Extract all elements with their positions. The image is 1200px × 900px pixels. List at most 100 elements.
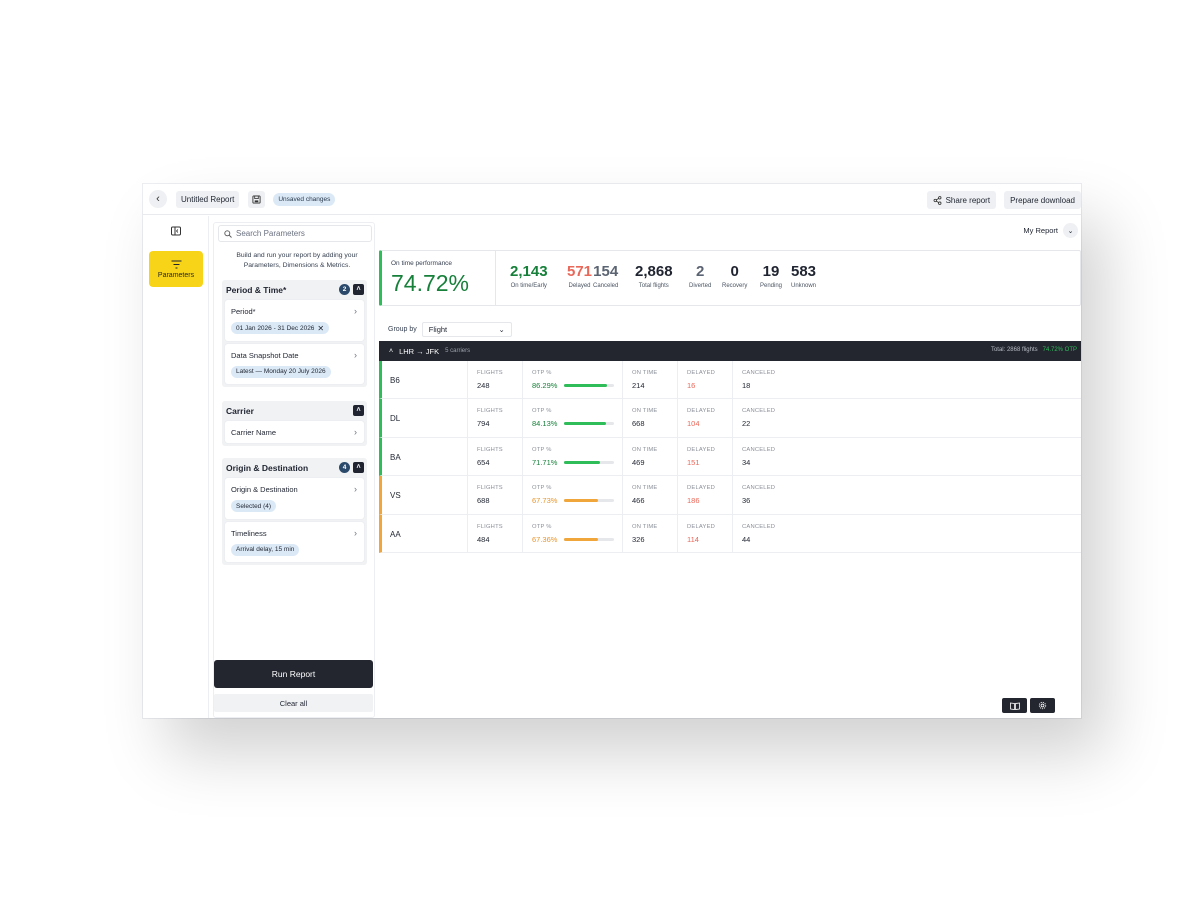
kpi-value: 2,868 bbox=[635, 263, 673, 280]
param-value-pill[interactable]: 01 Jan 2026 - 31 Dec 2026 ✕ bbox=[231, 322, 330, 334]
delayed-header: DELAYED bbox=[687, 446, 716, 453]
book-icon bbox=[1009, 702, 1020, 710]
kpi-label: Pending bbox=[760, 283, 783, 289]
route-header[interactable]: ˄ LHR → JFK 5 carriers Total: 2868 fligh… bbox=[379, 341, 1081, 361]
param-value-pill[interactable]: Latest — Monday 20 July 2026 bbox=[231, 365, 331, 378]
group-header[interactable]: Period & Time* 2 ˄ bbox=[222, 280, 367, 300]
flights-cell: FLIGHTS 688 bbox=[467, 476, 523, 515]
settings-button[interactable] bbox=[1030, 698, 1055, 713]
sidebar-toggle-button[interactable] bbox=[168, 224, 183, 238]
table-row[interactable]: BA FLIGHTS 654 OTP % 71.71% ON TIME 469 DELAYED… bbox=[379, 437, 1081, 477]
flights-header: FLIGHTS bbox=[477, 370, 503, 376]
back-button[interactable]: ‹ bbox=[149, 190, 167, 208]
flights-value: 688 bbox=[477, 496, 490, 506]
otp-cell: OTP % 84.13% bbox=[522, 399, 623, 438]
kpi-value: 154 bbox=[593, 263, 619, 280]
app-window: ‹ Untitled Report Unsaved changes Share … bbox=[143, 184, 1081, 718]
kpi-item: 154 Canceled bbox=[593, 263, 618, 289]
gear-icon bbox=[1038, 701, 1047, 710]
collapse-button[interactable]: ˄ bbox=[353, 284, 364, 295]
param-value-pill[interactable]: Arrival delay, 15 min bbox=[231, 543, 300, 556]
param-item-carrier-name[interactable]: Carrier Name › bbox=[225, 421, 364, 443]
chevron-down-icon: ⌄ bbox=[498, 325, 505, 334]
on-time-cell: ON TIME 469 bbox=[622, 437, 677, 477]
kpi-divider bbox=[495, 251, 496, 305]
table-row[interactable]: B6 FLIGHTS 248 OTP % 86.29% ON TIME 214 DELAYED… bbox=[379, 361, 1081, 400]
group-by-select[interactable]: Flight ⌄ bbox=[421, 322, 512, 337]
param-item-timeliness[interactable]: Timeliness › Arrival delay, 15 min bbox=[225, 521, 364, 562]
carrier-code: BA bbox=[390, 452, 401, 462]
group-count-badge: 2 bbox=[339, 284, 350, 295]
on-time-cell: ON TIME 326 bbox=[622, 514, 677, 553]
on-time-value: 469 bbox=[632, 457, 645, 467]
canceled-value: 36 bbox=[742, 496, 751, 506]
otp-bar bbox=[564, 422, 614, 426]
share-report-button[interactable]: Share report bbox=[926, 191, 997, 209]
group-by-control: Group by Flight ⌄ bbox=[388, 322, 512, 337]
on-time-value: 466 bbox=[632, 496, 645, 506]
kpi-value: 571 bbox=[567, 263, 593, 280]
delayed-header: DELAYED bbox=[687, 485, 716, 492]
group-by-value: Flight bbox=[428, 325, 448, 334]
delayed-cell: DELAYED 186 bbox=[677, 476, 733, 515]
param-item-period[interactable]: Period* › 01 Jan 2026 - 31 Dec 2026 ✕ bbox=[225, 300, 364, 341]
close-icon[interactable]: ✕ bbox=[317, 324, 324, 333]
on-time-cell: ON TIME 214 bbox=[622, 361, 677, 400]
route-otp: 74.72% OTP bbox=[1042, 347, 1077, 353]
carrier-code: AA bbox=[390, 529, 401, 539]
param-item-snapshot-date[interactable]: Data Snapshot Date › Latest — Monday 20 … bbox=[225, 343, 364, 384]
table-row[interactable]: DL FLIGHTS 794 OTP % 84.13% ON TIME 668 DELAYED… bbox=[379, 399, 1081, 438]
otp-header: OTP % bbox=[532, 408, 552, 415]
route-label: LHR → JFK bbox=[399, 346, 440, 356]
collapse-button[interactable]: ˄ bbox=[353, 462, 364, 473]
group-title: Carrier bbox=[226, 406, 254, 416]
chevron-down-icon: ⌄ bbox=[1063, 223, 1078, 238]
param-item-origin-destination[interactable]: Origin & Destination › Selected (4) bbox=[225, 478, 364, 519]
param-label: Data Snapshot Date bbox=[231, 350, 299, 360]
report-name-button[interactable]: Untitled Report bbox=[176, 190, 240, 208]
delayed-value: 114 bbox=[687, 534, 699, 544]
canceled-cell: CANCELED 44 bbox=[732, 514, 802, 553]
unsaved-badge: Unsaved changes bbox=[273, 192, 336, 206]
clear-all-button[interactable]: Clear all bbox=[214, 694, 373, 712]
otp-bar bbox=[564, 537, 614, 541]
group-by-label: Group by bbox=[388, 326, 417, 333]
search-input[interactable]: Search Parameters bbox=[218, 225, 372, 242]
group-header[interactable]: Origin & Destination 4 ˄ bbox=[222, 458, 367, 478]
param-value-pill[interactable]: Selected (4) bbox=[231, 500, 277, 512]
on-time-value: 214 bbox=[632, 381, 645, 390]
flights-header: FLIGHTS bbox=[477, 446, 503, 453]
parameters-tab[interactable]: Parameters bbox=[149, 251, 203, 287]
on-time-cell: ON TIME 466 bbox=[622, 476, 677, 515]
flights-cell: FLIGHTS 484 bbox=[467, 514, 523, 553]
collapse-button[interactable]: ˄ bbox=[353, 405, 364, 416]
kpi-item: 19 Pending bbox=[760, 263, 782, 289]
canceled-value: 22 bbox=[742, 419, 751, 429]
param-label: Timeliness bbox=[231, 528, 267, 538]
carrier-code: B6 bbox=[390, 376, 400, 385]
group-title: Period & Time* bbox=[226, 285, 287, 295]
share-icon bbox=[933, 195, 942, 205]
kpi-label: Diverted bbox=[689, 283, 712, 289]
route-total: Total: 2868 flights 74.72% OTP bbox=[991, 347, 1077, 353]
flights-cell: FLIGHTS 248 bbox=[467, 361, 523, 400]
prepare-download-button[interactable]: Prepare download bbox=[1004, 191, 1081, 209]
chevron-up-icon: ˄ bbox=[389, 347, 394, 355]
group-period-time: Period & Time* 2 ˄ Period* › 01 Jan 2026… bbox=[222, 280, 367, 387]
my-report-label: My Report bbox=[1023, 226, 1058, 235]
chevron-right-icon: › bbox=[354, 306, 357, 316]
otp-value: 67.73% bbox=[532, 496, 558, 506]
chevron-up-icon: ˄ bbox=[356, 464, 361, 471]
table-row[interactable]: AA FLIGHTS 484 OTP % 67.36% ON TIME 326 DELAYED… bbox=[379, 514, 1081, 553]
delayed-value: 151 bbox=[687, 457, 700, 467]
group-count-badge: 4 bbox=[339, 462, 350, 473]
delayed-cell: DELAYED 151 bbox=[677, 437, 733, 477]
docs-button[interactable] bbox=[1002, 698, 1027, 713]
my-report-dropdown[interactable]: My Report ⌄ bbox=[1023, 223, 1078, 238]
group-header[interactable]: Carrier ˄ bbox=[222, 401, 367, 421]
save-button[interactable] bbox=[248, 190, 266, 208]
flights-value: 794 bbox=[477, 419, 490, 429]
run-report-button[interactable]: Run Report bbox=[214, 660, 373, 688]
otp-bar bbox=[564, 460, 614, 464]
table-row[interactable]: VS FLIGHTS 688 OTP % 67.73% ON TIME 466 DELAYED… bbox=[379, 476, 1081, 515]
